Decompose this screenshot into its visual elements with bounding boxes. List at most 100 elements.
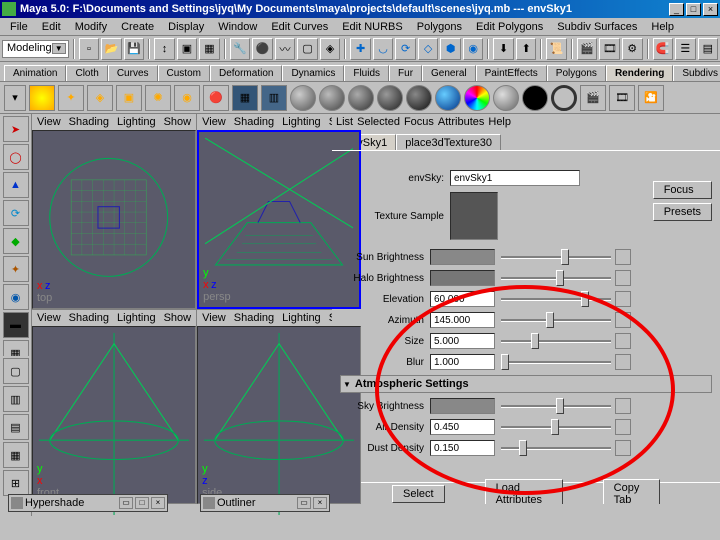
menu-edit-polygons[interactable]: Edit Polygons bbox=[470, 20, 549, 34]
cancel-batch-button[interactable]: 🎦 bbox=[638, 85, 664, 111]
output-ops-button[interactable]: ⬆ bbox=[516, 38, 537, 60]
mode-dropdown[interactable]: Modeling bbox=[2, 40, 69, 58]
tab-cloth[interactable]: Cloth bbox=[66, 65, 107, 81]
sky-brightness-swatch[interactable] bbox=[430, 398, 495, 414]
last-tool[interactable]: ◉ bbox=[3, 284, 29, 310]
tab-polygons[interactable]: Polygons bbox=[547, 65, 606, 81]
tab-subdivs[interactable]: Subdivs bbox=[673, 65, 720, 81]
new-scene-button[interactable]: ▫ bbox=[79, 38, 100, 60]
menu-edit-curves[interactable]: Edit Curves bbox=[265, 20, 334, 34]
show-manip-tool[interactable]: ✦ bbox=[3, 256, 29, 282]
hypershade-panel[interactable]: Hypershade ▭ □ × bbox=[8, 494, 168, 512]
layered-texture-button[interactable]: ▥ bbox=[261, 85, 287, 111]
abs-transform-button[interactable]: ▤ bbox=[698, 38, 719, 60]
tab-animation[interactable]: Animation bbox=[4, 65, 66, 81]
directional-light-button[interactable] bbox=[29, 85, 55, 111]
assign-material-button[interactable]: 🔴 bbox=[203, 85, 229, 111]
select-tool[interactable]: ➤ bbox=[3, 116, 29, 142]
ipr-render-button[interactable]: 🎞 bbox=[599, 38, 620, 60]
tab-fur[interactable]: Fur bbox=[389, 65, 422, 81]
azimuth-field[interactable] bbox=[430, 312, 495, 328]
open-scene-button[interactable]: 📂 bbox=[101, 38, 122, 60]
mask-handles-button[interactable]: 🔧 bbox=[230, 38, 251, 60]
select-by-object-button[interactable]: ▣ bbox=[177, 38, 198, 60]
viewport-top-view[interactable]: x ztop bbox=[32, 130, 196, 309]
focus-button[interactable]: Focus bbox=[653, 181, 712, 199]
vp-menu-shading[interactable]: Shading bbox=[231, 116, 277, 128]
tab-deformation[interactable]: Deformation bbox=[210, 65, 282, 81]
map-button-icon[interactable] bbox=[615, 270, 631, 286]
tab-place3dtexture[interactable]: place3dTexture30 bbox=[396, 134, 501, 150]
maximize-button[interactable]: □ bbox=[686, 3, 701, 16]
viewport-front-view[interactable]: yxfront bbox=[32, 326, 196, 505]
menu-edit-nurbs[interactable]: Edit NURBS bbox=[336, 20, 409, 34]
batch-render-button[interactable]: 🎬 bbox=[580, 85, 606, 111]
sun-brightness-slider[interactable] bbox=[501, 249, 611, 265]
dust-density-field[interactable] bbox=[430, 440, 495, 456]
snap-grid-button[interactable]: ✚ bbox=[350, 38, 371, 60]
select-button[interactable]: Select bbox=[392, 485, 445, 503]
atmospheric-settings-header[interactable]: Atmospheric Settings bbox=[340, 375, 712, 393]
layout-single-button[interactable]: ▬ bbox=[3, 312, 29, 338]
mask-curve-button[interactable]: 〰 bbox=[275, 38, 296, 60]
size-field[interactable] bbox=[430, 333, 495, 349]
menu-window[interactable]: Window bbox=[212, 20, 263, 34]
size-slider[interactable] bbox=[501, 333, 611, 349]
mask-joints-button[interactable]: ⚫ bbox=[252, 38, 273, 60]
menu-polygons[interactable]: Polygons bbox=[411, 20, 468, 34]
elevation-field[interactable] bbox=[430, 291, 495, 307]
menu-help[interactable]: Help bbox=[645, 20, 680, 34]
layout-2h-button[interactable]: ▤ bbox=[3, 414, 29, 440]
mask-surface-button[interactable]: ▢ bbox=[297, 38, 318, 60]
construction-history-button[interactable]: 📜 bbox=[546, 38, 567, 60]
menu-subdiv[interactable]: Subdiv Surfaces bbox=[551, 20, 643, 34]
vp-menu-lighting[interactable]: Lighting bbox=[279, 116, 324, 128]
map-button-icon[interactable] bbox=[615, 312, 631, 328]
surface-sphere-button[interactable] bbox=[493, 85, 519, 111]
blur-field[interactable] bbox=[430, 354, 495, 370]
tab-custom[interactable]: Custom bbox=[158, 65, 210, 81]
air-density-field[interactable] bbox=[430, 419, 495, 435]
menu-display[interactable]: Display bbox=[162, 20, 210, 34]
render-globals-button[interactable]: ⚙ bbox=[622, 38, 643, 60]
numeric-input-button[interactable]: ☰ bbox=[675, 38, 696, 60]
vp-menu-view[interactable]: View bbox=[34, 116, 64, 128]
close-button[interactable]: × bbox=[313, 497, 327, 509]
blur-slider[interactable] bbox=[501, 354, 611, 370]
texture-button[interactable]: ▦ bbox=[232, 85, 258, 111]
shelf-menu-button[interactable]: ▾ bbox=[4, 85, 26, 111]
snap-live-button[interactable]: ⬢ bbox=[440, 38, 461, 60]
vp-menu-view[interactable]: View bbox=[199, 116, 229, 128]
save-scene-button[interactable]: 💾 bbox=[124, 38, 145, 60]
map-button-icon[interactable] bbox=[615, 333, 631, 349]
blinn-sphere-button[interactable] bbox=[290, 85, 316, 111]
magnet-button[interactable]: 🧲 bbox=[653, 38, 674, 60]
move-tool[interactable]: ▲ bbox=[3, 172, 29, 198]
select-by-hierarchy-button[interactable]: ↕ bbox=[154, 38, 175, 60]
tab-dynamics[interactable]: Dynamics bbox=[282, 65, 344, 81]
azimuth-slider[interactable] bbox=[501, 312, 611, 328]
layout-persp-button[interactable]: ▢ bbox=[3, 358, 29, 384]
halo-brightness-slider[interactable] bbox=[501, 270, 611, 286]
lasso-tool[interactable]: ◯ bbox=[3, 144, 29, 170]
close-button[interactable]: × bbox=[151, 497, 165, 509]
outliner-panel[interactable]: Outliner ▭ × bbox=[200, 494, 330, 512]
restore-button[interactable]: ▭ bbox=[297, 497, 311, 509]
restore-button[interactable]: ▭ bbox=[119, 497, 133, 509]
layout-3-button[interactable]: ▦ bbox=[3, 442, 29, 468]
sun-brightness-swatch[interactable] bbox=[430, 249, 495, 265]
select-by-component-button[interactable]: ▦ bbox=[199, 38, 220, 60]
snap-plane-button[interactable]: ◇ bbox=[418, 38, 439, 60]
ipr-button[interactable]: 🎞 bbox=[609, 85, 635, 111]
menu-file[interactable]: File bbox=[4, 20, 34, 34]
phonge-sphere-button[interactable] bbox=[377, 85, 403, 111]
make-live-button[interactable]: ◉ bbox=[463, 38, 484, 60]
menu-create[interactable]: Create bbox=[115, 20, 160, 34]
layout-2v-button[interactable]: ▥ bbox=[3, 386, 29, 412]
ring-shader-button[interactable] bbox=[551, 85, 577, 111]
attr-menu-selected[interactable]: Selected bbox=[357, 116, 400, 128]
tab-rendering[interactable]: Rendering bbox=[606, 65, 673, 81]
maximize-button[interactable]: □ bbox=[135, 497, 149, 509]
point-light-button[interactable]: ✦ bbox=[58, 85, 84, 111]
vp-menu-lighting[interactable]: Lighting bbox=[114, 116, 159, 128]
